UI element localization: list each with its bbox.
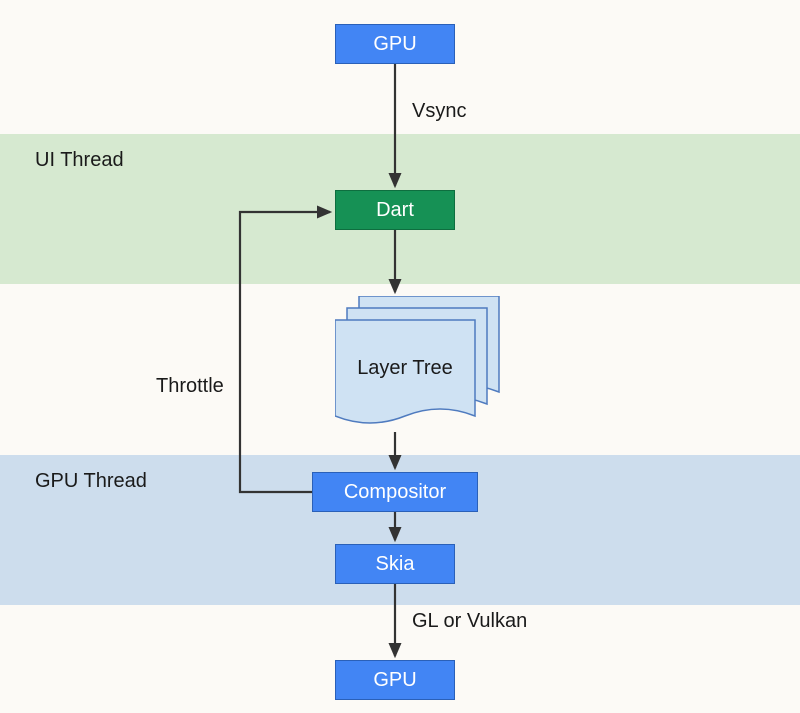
gpu-bottom-node: GPU <box>335 660 455 700</box>
vsync-label: Vsync <box>412 100 466 123</box>
gpu-top-node: GPU <box>335 24 455 64</box>
gpu-bottom-label: GPU <box>373 669 416 692</box>
skia-node: Skia <box>335 544 455 584</box>
skia-label: Skia <box>376 553 415 576</box>
compositor-node: Compositor <box>312 472 478 512</box>
layer-tree-text: Layer Tree <box>335 320 475 416</box>
dart-label: Dart <box>376 199 414 222</box>
gpu-top-label: GPU <box>373 33 416 56</box>
gpu-thread-label: GPU Thread <box>35 470 147 493</box>
gl-vulkan-label: GL or Vulkan <box>412 610 527 633</box>
ui-thread-label: UI Thread <box>35 149 124 172</box>
throttle-label: Throttle <box>156 375 224 398</box>
compositor-label: Compositor <box>344 481 446 504</box>
dart-node: Dart <box>335 190 455 230</box>
